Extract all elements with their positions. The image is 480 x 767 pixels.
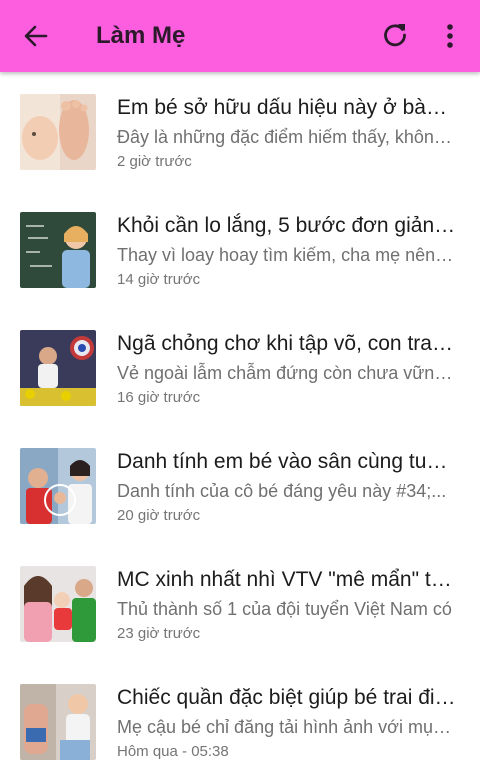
article-snippet: Danh tính của cô bé đáng yêu này #34;... — [117, 481, 447, 501]
list-item[interactable]: Khỏi cần lo lắng, 5 bước đơn giản giúp T… — [0, 190, 480, 308]
article-snippet: Mẹ cậu bé chỉ đăng tải hình ảnh với mục … — [117, 717, 457, 737]
article-headline: Em bé sở hữu dấu hiệu này ở bàn chân — [117, 96, 457, 119]
article-thumbnail — [20, 330, 96, 406]
article-time: 23 giờ trước — [117, 625, 201, 642]
refresh-icon[interactable] — [380, 20, 410, 50]
article-snippet: Vẻ ngoài lẫm chẫm đứng còn chưa vững của — [117, 363, 457, 383]
article-thumbnail — [20, 684, 96, 760]
article-time: Hôm qua - 05:38 — [117, 743, 229, 760]
more-vertical-icon[interactable] — [438, 20, 462, 52]
arrow-left-icon[interactable] — [20, 20, 52, 52]
article-headline: Khỏi cần lo lắng, 5 bước đơn giản giúp — [117, 214, 457, 237]
article-snippet: Thay vì loay hoay tìm kiếm, cha mẹ nên t… — [117, 245, 457, 265]
article-thumbnail — [20, 448, 96, 524]
article-thumbnail — [20, 94, 96, 170]
page-title: Làm Mẹ — [96, 22, 186, 49]
article-time: 14 giờ trước — [117, 271, 201, 288]
article-thumbnail — [20, 566, 96, 642]
article-list[interactable]: Em bé sở hữu dấu hiệu này ở bàn chân Đây… — [0, 72, 480, 767]
article-snippet: Thủ thành số 1 của đội tuyển Việt Nam có — [117, 599, 452, 619]
list-item[interactable]: MC xinh nhất nhì VTV "mê mẩn" thủ môn Th… — [0, 544, 480, 662]
app-bar: Làm Mẹ — [0, 0, 480, 72]
list-item[interactable]: Danh tính em bé vào sân cùng tuyển thủ D… — [0, 426, 480, 544]
article-headline: Ngã chỏng chơ khi tập võ, con trai nhỏ — [117, 332, 457, 355]
list-item[interactable]: Chiếc quần đặc biệt giúp bé trai đi lại … — [0, 662, 480, 767]
article-headline: Chiếc quần đặc biệt giúp bé trai đi lại — [117, 686, 457, 709]
article-time: 2 giờ trước — [117, 153, 192, 170]
article-time: 16 giờ trước — [117, 389, 201, 406]
list-item[interactable]: Ngã chỏng chơ khi tập võ, con trai nhỏ V… — [0, 308, 480, 426]
article-headline: MC xinh nhất nhì VTV "mê mẩn" thủ môn — [117, 568, 457, 591]
list-item[interactable]: Em bé sở hữu dấu hiệu này ở bàn chân Đây… — [0, 72, 480, 190]
article-thumbnail — [20, 212, 96, 288]
article-time: 20 giờ trước — [117, 507, 201, 524]
article-snippet: Đây là những đặc điểm hiếm thấy, không p… — [117, 127, 457, 147]
article-headline: Danh tính em bé vào sân cùng tuyển thủ — [117, 450, 457, 473]
